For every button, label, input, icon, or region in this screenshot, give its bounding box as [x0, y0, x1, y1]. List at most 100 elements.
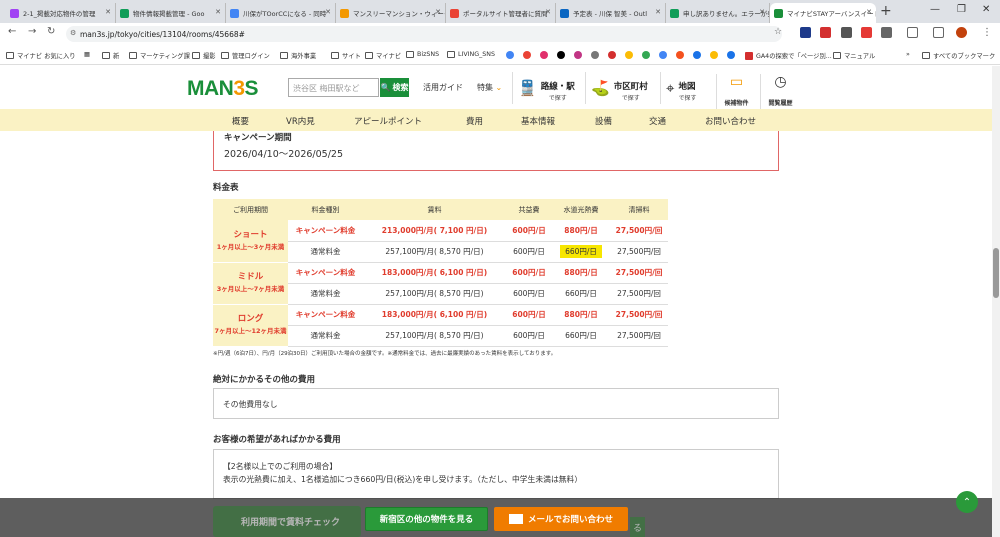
puzzle-icon[interactable]: [907, 27, 918, 38]
maximize-icon[interactable]: ❐: [957, 4, 966, 15]
browser-tab[interactable]: 申し訳ありません。エラーが発 ✕: [666, 3, 770, 23]
back-icon[interactable]: ←: [8, 26, 16, 37]
search-input[interactable]: 渋谷区 梅田駅など: [288, 78, 379, 97]
more-bookmarks-icon[interactable]: »: [906, 51, 910, 58]
browser-tab[interactable]: 2-1_掲載対応物件の管理 ✕: [6, 3, 116, 23]
bookmark-label: 新: [113, 53, 120, 60]
minimize-icon[interactable]: —: [930, 4, 940, 15]
close-icon[interactable]: ✕: [105, 8, 111, 16]
campaign-title: キャンペーン期間: [224, 133, 292, 143]
bookmark-item[interactable]: LIVING_SNS: [447, 51, 495, 58]
browser-tab[interactable]: 川保がTOorCCになる - 同時 ✕: [226, 3, 336, 23]
bookmark-item[interactable]: 新: [102, 51, 119, 60]
table-cell: 27,500円/回: [610, 283, 668, 305]
bookmark-item[interactable]: 海外事業: [280, 51, 316, 60]
reload-icon[interactable]: ↻: [47, 26, 55, 37]
bookmark-favicon-icon[interactable]: [574, 51, 582, 59]
close-icon[interactable]: ✕: [655, 8, 661, 16]
scrollbar-thumb[interactable]: [993, 248, 999, 298]
bookmark-favicon-icon[interactable]: [591, 51, 599, 59]
other-properties-button[interactable]: 新宿区の他の物件を見る: [365, 507, 488, 531]
bookmark-favicon-icon[interactable]: [676, 51, 684, 59]
mail-inquiry-label: メールでお問い合わせ: [527, 515, 613, 525]
bookmark-favicon-icon[interactable]: [727, 51, 735, 59]
bookmark-item[interactable]: 撮影: [192, 51, 216, 60]
price-check-button-tail[interactable]: る: [630, 517, 645, 537]
table-cell: 880円/日: [552, 262, 610, 284]
tab-favicon-icon: [670, 8, 679, 18]
apps-icon[interactable]: ▦: [84, 51, 90, 58]
browser-tab[interactable]: マンスリーマンション・ウィークリ✕: [336, 3, 446, 23]
close-icon[interactable]: ✕: [435, 8, 441, 16]
close-icon[interactable]: ✕: [759, 8, 765, 16]
candidates-link[interactable]: ▭ 候補物件: [716, 74, 756, 109]
extension-icon[interactable]: [800, 27, 811, 38]
extension-icon[interactable]: [881, 27, 892, 38]
history-link[interactable]: ◷ 閲覧履歴: [760, 74, 800, 109]
extension-icon[interactable]: [820, 27, 831, 38]
bookmark-favicon-icon[interactable]: [710, 51, 718, 59]
bookmark-item[interactable]: サイト: [331, 51, 361, 60]
bookmark-favicon-icon[interactable]: [693, 51, 701, 59]
close-icon[interactable]: ✕: [215, 8, 221, 16]
menu-icon[interactable]: ⋮: [982, 27, 992, 38]
bookmark-star-icon[interactable]: ☆: [774, 27, 782, 37]
nav-city[interactable]: ⛳ 市区町村 で探す: [585, 72, 657, 104]
map-pin-icon: ⌖: [666, 79, 675, 97]
bookmark-favicon-icon[interactable]: [523, 51, 531, 59]
bookmark-item[interactable]: すべてのブックマーク: [922, 51, 995, 60]
section-tab[interactable]: 費用: [466, 115, 483, 127]
bookmark-item[interactable]: マイナビ: [365, 51, 401, 60]
nav-map[interactable]: ⌖ 地図 で探す: [660, 72, 712, 104]
close-icon[interactable]: ✕: [545, 8, 551, 16]
avatar[interactable]: [956, 27, 967, 38]
scroll-to-top-icon[interactable]: ⌃: [956, 491, 978, 513]
tab-title: マイナビSTAYアーバンスイート: [787, 10, 876, 18]
browser-tab-active[interactable]: マイナビSTAYアーバンスイート ✕: [770, 3, 876, 23]
url-field[interactable]: ⚙ man3s.jp/tokyo/cities/13104/rooms/45668…: [66, 26, 782, 42]
extension-icon[interactable]: [861, 27, 872, 38]
bookmark-favicon-icon[interactable]: [540, 51, 548, 59]
nav-line-station[interactable]: 🚆 路線・駅 で探す: [512, 72, 580, 104]
folder-icon: [447, 51, 455, 58]
browser-tab[interactable]: 物件情報掲載管理 - Goo ✕: [116, 3, 226, 23]
bookmark-item[interactable]: 管理ログイン: [221, 51, 270, 60]
section-tab[interactable]: お問い合わせ: [705, 115, 756, 127]
section-tab[interactable]: 交通: [649, 115, 666, 127]
bookmark-favicon-icon[interactable]: [659, 51, 667, 59]
forward-icon[interactable]: →: [28, 26, 36, 37]
bookmark-item[interactable]: BizSNS: [406, 51, 439, 58]
bookmark-favicon-icon[interactable]: [625, 51, 633, 59]
logo[interactable]: MAN3S: [187, 77, 259, 101]
bookmark-favicon-icon[interactable]: [642, 51, 650, 59]
extension-icon[interactable]: [841, 27, 852, 38]
bookmark-favicon-icon[interactable]: [506, 51, 514, 59]
search-button[interactable]: 🔍 検索: [380, 78, 409, 97]
bookmark-item[interactable]: マニュアル: [833, 51, 875, 60]
mail-inquiry-button[interactable]: メールでお問い合わせ: [494, 507, 628, 531]
bookmark-favicon-icon[interactable]: [557, 51, 565, 59]
section-tab[interactable]: 基本情報: [521, 115, 555, 127]
section-tab[interactable]: アピールポイント: [354, 115, 422, 127]
browser-tab[interactable]: ポータルサイト管理者に質問 ✕: [446, 3, 556, 23]
close-icon[interactable]: ✕: [325, 8, 331, 16]
bookmark-favicon-icon[interactable]: [608, 51, 616, 59]
bookmark-label: すべてのブックマーク: [933, 53, 996, 60]
tab-title: 予定表 - 川保 智美 - Outl: [573, 10, 648, 18]
browser-tab[interactable]: 予定表 - 川保 智美 - Outl ✕: [556, 3, 666, 23]
price-check-button[interactable]: 利用期間で賃料チェック: [213, 506, 361, 537]
sidepanel-icon[interactable]: [933, 27, 944, 38]
scrollbar[interactable]: [992, 66, 1000, 537]
close-icon[interactable]: ✕: [866, 8, 872, 16]
section-tab[interactable]: 設備: [595, 115, 612, 127]
window-close-icon[interactable]: ✕: [982, 4, 990, 15]
new-tab-icon[interactable]: +: [880, 3, 892, 19]
bookmark-item[interactable]: GA4の探索で「ページ別...: [745, 51, 832, 60]
bookmark-item[interactable]: マイナビ お気に入り: [6, 51, 76, 60]
feature-link[interactable]: 特集 ⌄: [477, 82, 502, 93]
section-tab[interactable]: VR内見: [286, 115, 315, 127]
guide-link[interactable]: 活用ガイド: [423, 82, 463, 93]
bookmark-item[interactable]: マーケティング課: [129, 51, 190, 60]
section-tab[interactable]: 概要: [232, 115, 249, 127]
site-info-icon[interactable]: ⚙: [70, 29, 76, 37]
